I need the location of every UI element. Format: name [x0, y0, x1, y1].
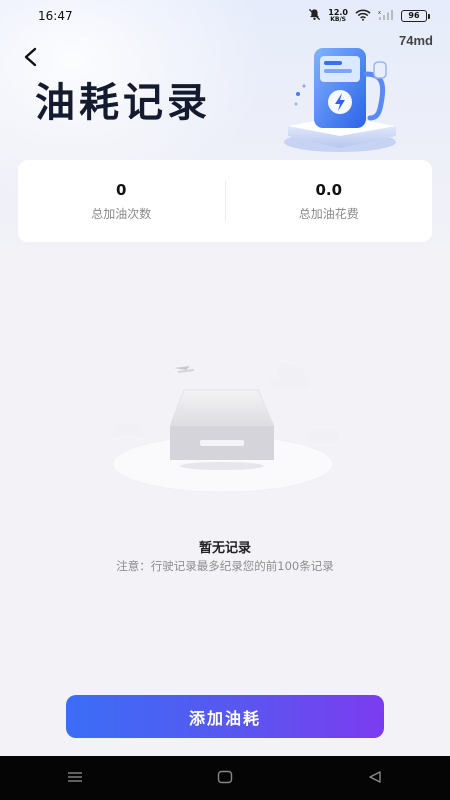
empty-state-note: 注意：行驶记录最多纪录您的前100条记录 [116, 559, 334, 573]
refuel-count-value: 0 [116, 180, 127, 199]
refuel-cost-value: 0.0 [315, 180, 343, 199]
status-bar: 16:47 12.0 KB/S x 96 [0, 0, 450, 32]
nav-menu-button[interactable] [55, 763, 95, 793]
refuel-cost-stat: 0.0 总加油花费 [226, 181, 433, 222]
page-title: 油耗记录 [35, 80, 211, 126]
nav-back-button[interactable] [355, 763, 395, 793]
empty-state-title: 暂无记录 [198, 541, 251, 556]
refuel-count-label: 总加油次数 [91, 206, 152, 221]
system-nav-bar [0, 756, 450, 800]
back-button[interactable] [18, 46, 44, 72]
empty-box-icon [108, 360, 344, 500]
menu-icon [66, 769, 84, 788]
svg-text:x: x [378, 10, 381, 16]
home-square-icon [217, 769, 233, 788]
add-fuel-record-button[interactable]: 添加油耗 [66, 695, 384, 738]
status-indicators: 12.0 KB/S x 96 [308, 8, 430, 24]
refuel-cost-label: 总加油花费 [298, 206, 359, 221]
status-time: 16:47 [38, 9, 73, 23]
battery-icon: 96 [401, 10, 430, 22]
net-speed-unit: KB/S [330, 16, 346, 23]
fuel-pump-icon [278, 38, 408, 156]
mute-bell-icon [308, 8, 321, 24]
chevron-left-icon [23, 47, 39, 71]
app-screen: 16:47 12.0 KB/S x 96 油耗记录 74md 0 总加油次数 0… [0, 0, 450, 756]
refuel-count-stat: 0 总加油次数 [18, 181, 225, 222]
back-triangle-icon [367, 769, 383, 788]
net-speed: 12.0 KB/S [328, 9, 348, 23]
signal-icon: x [378, 9, 394, 24]
stats-card: 0 总加油次数 0.0 总加油花费 [18, 160, 432, 242]
nav-home-button[interactable] [205, 763, 245, 793]
battery-level: 96 [401, 10, 427, 22]
battery-tip [428, 13, 430, 19]
wifi-icon [355, 9, 371, 24]
